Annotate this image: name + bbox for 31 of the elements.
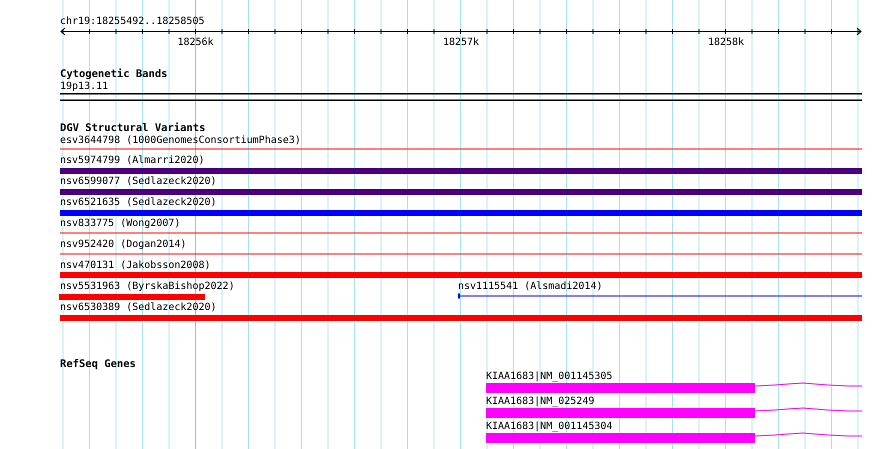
variant-label[interactable]: nsv470131 (Jakobsson2008) [60, 260, 211, 271]
track-title: RefSeq Genes [60, 358, 136, 370]
variant-bar[interactable] [60, 272, 862, 278]
variant-line[interactable] [458, 294, 862, 298]
band-label: 19p13.11 [60, 81, 108, 92]
gene-label[interactable]: KIAA1683|NM_001145305 [486, 371, 612, 382]
track-title: DGV Structural Variants [60, 122, 206, 134]
gene-model[interactable] [486, 432, 862, 443]
variant-label[interactable]: nsv5974799 (Almarri2020) [60, 155, 204, 166]
tick-label: 18256k [177, 37, 214, 48]
variant-bar[interactable] [59, 294, 205, 300]
location-label: chr19:18255492..18258505 [60, 16, 204, 27]
gene-label[interactable]: KIAA1683|NM_001145304 [486, 421, 612, 432]
gene-model[interactable] [486, 408, 862, 418]
variant-bar[interactable] [60, 210, 862, 216]
variant-label[interactable]: nsv6521635 (Sedlazeck2020) [60, 197, 217, 208]
tick-label: 18257k [442, 37, 480, 48]
variant-label[interactable]: nsv1115541 (Alsmadi2014) [458, 281, 602, 292]
variant-label[interactable]: nsv6599077 (Sedlazeck2020) [60, 176, 217, 187]
track-title: Cytogenetic Bands [60, 68, 168, 80]
variant-label[interactable]: nsv6530389 (Sedlazeck2020) [60, 302, 217, 313]
variant-label[interactable]: nsv833775 (Wong2007) [60, 218, 180, 229]
gene-label[interactable]: KIAA1683|NM_025249 [486, 396, 594, 407]
variant-bar[interactable] [60, 315, 862, 321]
variant-bar[interactable] [60, 189, 862, 195]
variant-label[interactable]: nsv952420 (Dogan2014) [60, 239, 186, 250]
tick-label: 18258k [708, 37, 744, 48]
variant-label[interactable]: nsv5531963 (ByrskaBishop2022) [60, 281, 235, 292]
variant-label[interactable]: esv3644798 (1000GenomesConsortiumPhase3) [60, 135, 301, 146]
gene-model[interactable] [486, 382, 862, 393]
variant-bar[interactable] [60, 168, 862, 174]
